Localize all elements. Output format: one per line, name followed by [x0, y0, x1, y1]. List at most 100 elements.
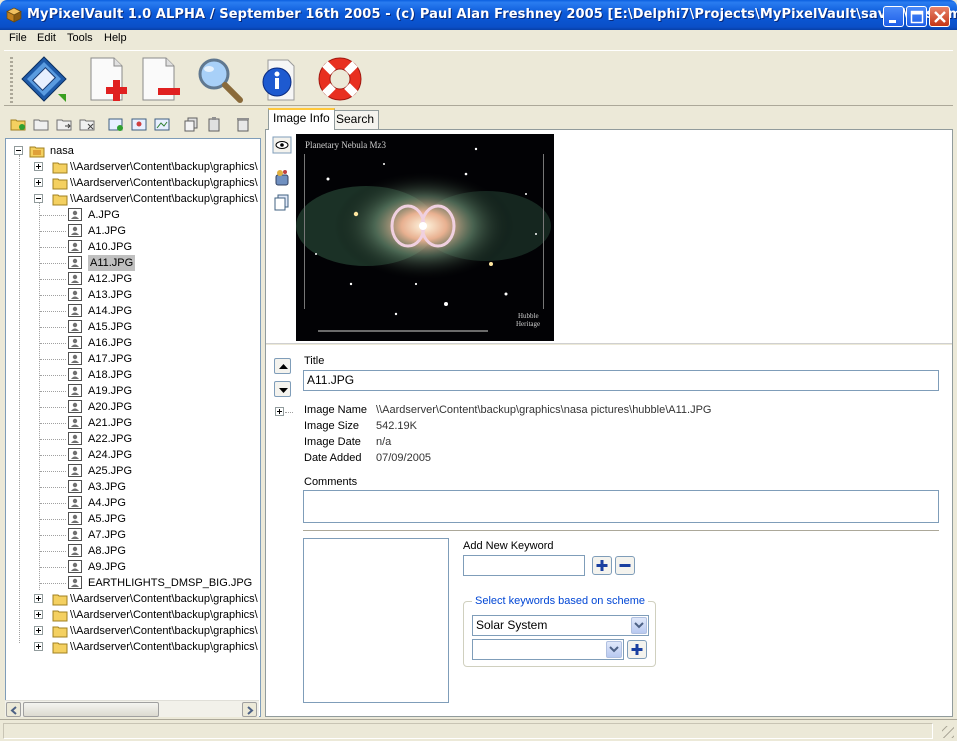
scheme-keyword-dropdown-button[interactable] — [606, 641, 622, 658]
image-preview[interactable]: Planetary Nebula Mz3 Hubble Heritage — [296, 134, 554, 341]
next-image-button[interactable] — [274, 381, 291, 397]
tree-guide — [40, 375, 66, 376]
scroll-right-button[interactable] — [242, 702, 257, 717]
tree-guide — [40, 407, 66, 408]
expand-icon[interactable] — [34, 626, 43, 635]
main-toolbar — [4, 50, 953, 106]
add-keyword-button[interactable] — [592, 556, 612, 575]
add-images-button[interactable] — [86, 54, 136, 104]
tree-label: nasa — [50, 145, 74, 157]
tab-image-info[interactable]: Image Info — [268, 108, 335, 130]
tree-label: EARTHLIGHTS_DMSP_BIG.JPG — [88, 577, 253, 589]
image-icon[interactable] — [131, 116, 147, 132]
title-input[interactable]: A11.JPG — [303, 370, 939, 391]
menu-file[interactable]: File — [9, 32, 27, 44]
tree-label: A18.JPG — [88, 369, 133, 381]
copy-image-icon[interactable] — [272, 192, 292, 212]
image-file-icon — [68, 384, 82, 397]
lifebuoy-icon — [318, 57, 362, 101]
folder-icon[interactable] — [33, 116, 49, 132]
tree-label: \\Aardserver\Content\backup\graphics\ — [70, 593, 258, 605]
comments-input[interactable] — [303, 490, 939, 523]
image-date-label: Image Date — [304, 436, 361, 448]
page-remove-icon — [142, 57, 180, 101]
image-file-icon — [68, 288, 82, 301]
tree-label: \\Aardserver\Content\backup\graphics\ — [70, 177, 258, 189]
view-eye-icon[interactable] — [272, 135, 292, 155]
help-button[interactable] — [315, 54, 365, 104]
new-keyword-input[interactable] — [463, 555, 585, 576]
expand-icon[interactable] — [34, 178, 43, 187]
panel-splitter[interactable] — [266, 343, 952, 346]
plus-icon — [596, 560, 608, 571]
expand-icon[interactable] — [34, 642, 43, 651]
toolbar-grip[interactable] — [10, 57, 13, 103]
scroll-left-button[interactable] — [6, 702, 21, 717]
tree-label: A16.JPG — [88, 337, 133, 349]
title-bar: MyPixelVault 1.0 ALPHA / September 16th … — [0, 0, 957, 30]
magnifier-icon — [198, 58, 243, 103]
tree-guide — [40, 359, 66, 360]
tree-guide — [285, 412, 293, 413]
plus-icon — [631, 644, 643, 655]
resize-grip[interactable] — [942, 726, 954, 738]
tree-horizontal-scrollbar[interactable] — [5, 700, 259, 717]
tree-label: \\Aardserver\Content\backup\graphics\ — [70, 161, 258, 173]
maximize-button[interactable] — [906, 6, 927, 27]
tree-label: \\Aardserver\Content\backup\graphics\ — [70, 193, 258, 205]
keywords-list[interactable] — [303, 538, 449, 703]
scheme-select[interactable]: Solar System — [472, 615, 649, 636]
tree-guide — [40, 295, 66, 296]
image-edit-icon[interactable] — [154, 116, 170, 132]
add-scheme-keyword-button[interactable] — [627, 640, 647, 659]
arrow-right-icon — [247, 706, 254, 715]
open-vault-button[interactable] — [20, 54, 70, 104]
expand-icon[interactable] — [34, 594, 43, 603]
expand-icon[interactable] — [34, 610, 43, 619]
search-button[interactable] — [194, 54, 244, 104]
tree-guide — [40, 247, 66, 248]
remove-images-button[interactable] — [138, 54, 188, 104]
menu-edit[interactable]: Edit — [37, 32, 56, 44]
previous-image-button[interactable] — [274, 358, 291, 374]
paste-icon[interactable] — [206, 116, 222, 132]
tree-label-selected: A11.JPG — [88, 255, 136, 271]
image-file-icon — [68, 208, 82, 221]
minus-icon — [619, 564, 631, 567]
image-file-icon — [68, 528, 82, 541]
minimize-button[interactable] — [883, 6, 904, 27]
tree-guide — [40, 343, 66, 344]
tab-search[interactable]: Search — [331, 110, 380, 129]
arrow-down-icon — [279, 388, 288, 393]
tree-label: A15.JPG — [88, 321, 133, 333]
info-button[interactable] — [254, 54, 304, 104]
tree-label: A4.JPG — [88, 497, 126, 509]
new-folder-icon[interactable] — [10, 116, 26, 132]
tree-guide — [40, 279, 66, 280]
add-image-icon[interactable] — [108, 116, 124, 132]
collapse-icon[interactable] — [14, 146, 23, 155]
scheme-keyword-select[interactable] — [472, 639, 624, 660]
window-title: MyPixelVault 1.0 ALPHA / September 16th … — [27, 7, 957, 22]
tree-guide — [40, 503, 66, 504]
folder-move-icon[interactable] — [56, 116, 72, 132]
close-button[interactable] — [929, 6, 950, 27]
tree-label: A9.JPG — [88, 561, 126, 573]
expand-details-button[interactable] — [275, 407, 295, 418]
expand-icon[interactable] — [34, 162, 43, 171]
image-file-icon — [68, 368, 82, 381]
scroll-thumb[interactable] — [23, 702, 159, 717]
menu-help[interactable]: Help — [104, 32, 127, 44]
remove-keyword-button[interactable] — [615, 556, 635, 575]
image-info-panel: Planetary Nebula Mz3 Hubble Heritage Tit… — [265, 129, 953, 717]
menu-tools[interactable]: Tools — [67, 32, 93, 44]
collapse-icon[interactable] — [34, 194, 43, 203]
scheme-dropdown-button[interactable] — [631, 617, 647, 634]
trash-icon[interactable] — [235, 116, 251, 132]
copy-icon[interactable] — [183, 116, 199, 132]
paint-icon[interactable] — [272, 167, 292, 187]
minimize-icon — [889, 20, 896, 23]
vault-tree[interactable]: nasa \\Aardserver\Content\backup\graphic… — [5, 138, 261, 717]
folder-remove-icon[interactable] — [79, 116, 95, 132]
arrow-up-icon — [279, 364, 288, 369]
